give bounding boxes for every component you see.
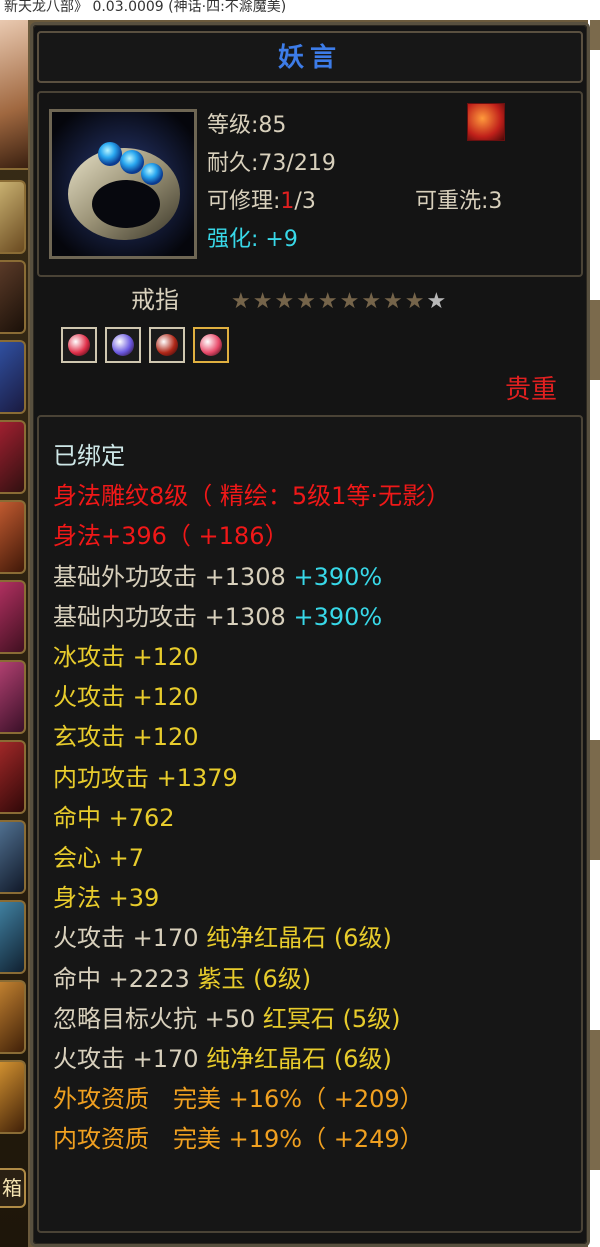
attribute-list: 已绑定身法雕纹8级（ 精绘：5级1等·无影） 身法+396（ +186） 基础外功攻… — [37, 415, 583, 1233]
attribute-text: 忽略目标火抗 +50 — [53, 1004, 263, 1033]
attribute-text: 火攻击 +170 — [53, 924, 207, 953]
attribute-text: 内攻资质 完美 +19%（ +249） — [53, 1125, 424, 1154]
attribute-text: 会心 +7 — [53, 844, 145, 872]
equip-slot[interactable] — [0, 260, 26, 334]
attribute-text: 火攻击 +170 — [53, 1045, 207, 1073]
item-tooltip: 妖言 等级:85 耐久:73/219 可修理:1/3 可重洗:3 强化: +9 … — [30, 22, 590, 1247]
attribute-text: 命中 +2223 — [53, 964, 198, 993]
ring-with-blue-gems-icon — [52, 112, 194, 256]
equip-slot[interactable] — [0, 660, 26, 734]
equip-slot[interactable] — [0, 580, 26, 654]
attribute-line: 基础内功攻击 +1308 +390% — [53, 602, 382, 632]
attribute-line: 玄攻击 +120 — [53, 722, 199, 752]
attribute-line: 基础外功攻击 +1308 +390% — [53, 562, 382, 592]
attribute-line: 身法雕纹8级（ 精绘：5级1等·无影） — [53, 481, 450, 511]
red-gem-icon — [68, 334, 90, 356]
star-rating: ★★★★★★★★★★ — [231, 289, 449, 314]
equip-slot[interactable] — [0, 1060, 26, 1134]
character-portrait[interactable] — [0, 20, 28, 170]
attribute-extra: 纯净红晶石 (6级) — [206, 1045, 392, 1073]
item-durability: 耐久:73/219 — [207, 151, 336, 176]
item-icon-frame[interactable] — [49, 109, 197, 259]
attribute-text: 冰攻击 +120 — [53, 643, 199, 671]
equip-slot[interactable] — [0, 420, 26, 494]
equip-slot[interactable] — [0, 980, 26, 1054]
attribute-line: 命中 +2223 紫玉 (6级) — [53, 964, 311, 994]
attribute-text: 火攻击 +120 — [53, 683, 199, 712]
attribute-text: 身法雕纹8级（ 精绘：5级1等·无影） — [53, 482, 451, 511]
attribute-line: 火攻击 +170 纯净红晶石 (6级) — [53, 1044, 392, 1074]
attribute-line: 会心 +7 — [53, 843, 144, 873]
item-level: 等级:85 — [207, 113, 287, 138]
attribute-line: 身法 +39 — [53, 883, 159, 913]
item-name: 妖言 — [277, 43, 342, 73]
attribute-line: 已绑定 — [53, 441, 125, 471]
item-type: 戒指 — [131, 286, 179, 314]
attribute-text: 基础内功攻击 +1308 — [53, 602, 294, 631]
attribute-text: 玄攻击 +120 — [53, 723, 199, 752]
attribute-text: 外攻资质 完美 +16%（ +209） — [53, 1085, 424, 1114]
attribute-line: 内功攻击 +1379 — [53, 763, 238, 793]
item-title-box: 妖言 — [37, 31, 583, 83]
attribute-extra: 纯净红晶石 (6级) — [206, 924, 392, 953]
item-reroll-count: 可重洗:3 — [415, 189, 503, 214]
attribute-line: 外攻资质 完美 +16%（ +209） — [53, 1084, 424, 1114]
flame-badge-icon — [467, 103, 505, 141]
dark-red-gem-icon — [156, 334, 178, 356]
gem-slot[interactable] — [61, 327, 97, 363]
window-title-bar: 新天龙八部》 0.03.0009 (神话·四:不滁魔美) — [0, 0, 600, 20]
attribute-text: 命中 +762 — [53, 803, 175, 832]
attribute-extra: 红冥石 (5级) — [262, 1004, 401, 1033]
gem-slot[interactable] — [193, 327, 229, 363]
equip-slot[interactable] — [0, 180, 26, 254]
attribute-extra: +390% — [293, 562, 383, 591]
gem-slot[interactable] — [149, 327, 185, 363]
item-repair-count: 可修理:1/3 — [207, 189, 316, 214]
attribute-text: 已绑定 — [53, 442, 125, 470]
attribute-line: 身法+396（ +186） — [53, 521, 288, 551]
purple-gem-icon — [112, 334, 134, 356]
attribute-text: 基础外功攻击 +1308 — [53, 562, 294, 591]
equip-slot[interactable] — [0, 500, 26, 574]
attribute-extra: 紫玉 (6级) — [197, 964, 312, 993]
window-title: 新天龙八部》 0.03.0009 (神话·四:不滁魔美) — [4, 0, 287, 15]
attribute-line: 冰攻击 +120 — [53, 642, 199, 672]
attribute-text: 身法+396（ +186） — [53, 522, 289, 551]
attribute-text: 身法 +39 — [53, 884, 160, 913]
attribute-line: 火攻击 +120 — [53, 682, 199, 712]
attribute-line: 火攻击 +170 纯净红晶石 (6级) — [53, 923, 392, 953]
item-rarity: 贵重 — [504, 375, 557, 405]
equip-slot[interactable] — [0, 340, 26, 414]
attribute-line: 命中 +762 — [53, 803, 175, 833]
attribute-line: 忽略目标火抗 +50 红冥石 (5级) — [53, 1004, 401, 1034]
item-info-box: 等级:85 耐久:73/219 可修理:1/3 可重洗:3 强化: +9 — [37, 91, 583, 277]
equip-slot[interactable] — [0, 820, 26, 894]
equip-slot[interactable] — [0, 740, 26, 814]
attribute-line: 内攻资质 完美 +19%（ +249） — [53, 1124, 424, 1154]
attribute-text: 内功攻击 +1379 — [53, 763, 238, 792]
attribute-extra: +390% — [293, 602, 383, 631]
gem-slot[interactable] — [105, 327, 141, 363]
equip-slot[interactable] — [0, 900, 26, 974]
item-enhance-level: 强化: +9 — [207, 227, 298, 252]
pink-gem-icon — [200, 334, 222, 356]
sidebar-menu-label[interactable]: 箱 — [0, 1168, 26, 1208]
